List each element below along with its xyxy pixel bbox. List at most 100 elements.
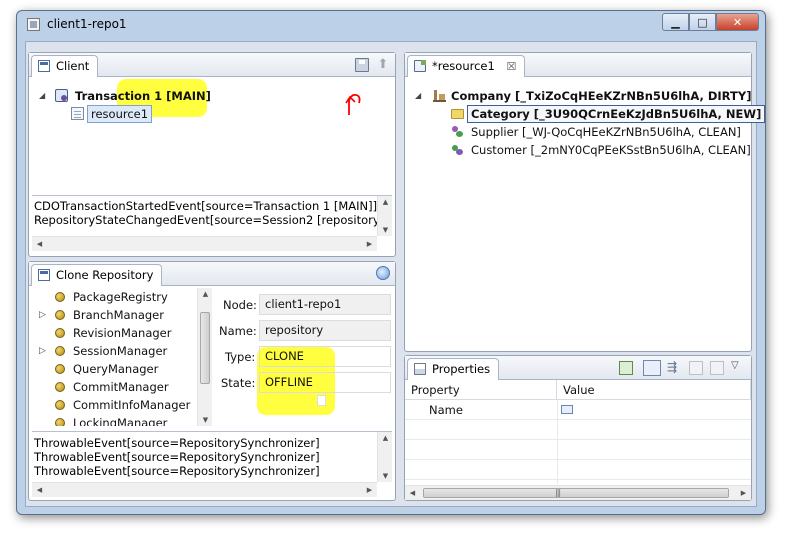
table-row — [405, 420, 751, 440]
name-label: Name: — [219, 324, 257, 338]
tree-item-label: Customer [_2mNY0CqPEeKSstBn5U6lhA, CLEAN… — [471, 143, 751, 157]
clone-log-hscroll[interactable]: ◀ ▶ — [32, 482, 377, 497]
scroll-right-icon[interactable]: ▶ — [362, 486, 377, 494]
column-divider — [557, 400, 558, 484]
component-icon — [55, 382, 65, 392]
column-header-property[interactable]: Property — [405, 380, 557, 400]
tree-item-label: RevisionManager — [73, 326, 172, 340]
save-icon[interactable] — [355, 58, 369, 72]
clone-tabbar: Clone Repository — [29, 262, 395, 286]
clone-repository-view: Clone Repository PackageRegistry ▷ Branc… — [28, 261, 396, 501]
close-tab-icon[interactable]: ☒ — [506, 60, 516, 73]
tab-client-label: Client — [56, 59, 90, 73]
tab-resource1-label: *resource1 — [432, 59, 495, 73]
globe-icon[interactable] — [376, 266, 390, 280]
properties-tabbar: Properties ⇶ ▽ — [405, 356, 751, 380]
maximize-icon: □ — [697, 15, 708, 29]
scroll-right-icon[interactable]: ▶ — [362, 240, 377, 248]
scroll-left-icon[interactable]: ◀ — [405, 489, 420, 497]
tree-item-label: SessionManager — [73, 344, 168, 358]
tab-client[interactable]: Client — [31, 55, 99, 77]
state-field[interactable]: OFFLINE — [259, 372, 391, 393]
component-icon — [55, 400, 65, 410]
scroll-down-icon[interactable]: ▼ — [378, 226, 393, 234]
table-row[interactable]: Name — [405, 400, 751, 420]
tree-item-transaction[interactable]: ◢ Transaction 1 [MAIN] — [35, 87, 235, 105]
categories-icon[interactable] — [643, 360, 661, 376]
minimize-button[interactable]: ▁ — [662, 13, 689, 31]
scroll-down-icon[interactable]: ▼ — [378, 472, 393, 480]
close-button[interactable]: ✕ — [716, 13, 759, 31]
tree-item-label: Category [_3U90QCrnEeKzJdBn5U6lhA, NEW] — [467, 105, 766, 123]
maximize-button[interactable]: □ — [689, 13, 716, 31]
app-window: client1-repo1 ▁ □ ✕ Client ⬆ ◢ Transacti… — [16, 10, 766, 515]
folder-icon — [451, 109, 464, 119]
resource-icon — [71, 107, 84, 120]
table-row — [405, 460, 751, 480]
scroll-thumb[interactable] — [423, 488, 729, 498]
name-field[interactable]: repository — [259, 320, 391, 341]
tree-item-label: BranchManager — [73, 308, 164, 322]
scroll-up-icon[interactable]: ▲ — [198, 290, 213, 298]
properties-hscroll[interactable]: ◀ ||| ▶ — [405, 485, 751, 500]
properties-view: Properties ⇶ ▽ Property Value Name ◀ |||… — [404, 355, 752, 501]
tab-properties-label: Properties — [432, 362, 491, 376]
tab-properties[interactable]: Properties — [407, 358, 500, 380]
scroll-right-icon[interactable]: ▶ — [736, 489, 751, 497]
type-field[interactable]: CLONE — [259, 346, 391, 367]
annotation-stroke-2 — [345, 95, 356, 104]
filter-icon[interactable] — [689, 361, 703, 375]
window-controls: ▁ □ ✕ — [662, 13, 759, 31]
expand-icon[interactable]: ▷ — [39, 306, 49, 324]
editor-tabbar: *resource1 ☒ — [405, 53, 751, 77]
workbench: Client ⬆ ◢ Transaction 1 [MAIN] resource… — [25, 41, 766, 507]
clone-log-vscroll[interactable]: ▲ ▼ — [377, 432, 392, 482]
client-log-hscroll[interactable]: ◀ ▶ — [32, 236, 377, 251]
view-menu-icon[interactable]: ▽ — [731, 360, 745, 374]
title-bar[interactable]: client1-repo1 ▁ □ ✕ — [17, 11, 765, 39]
window-title: client1-repo1 — [47, 17, 127, 31]
cursor-caret — [317, 395, 326, 406]
client-log-vscroll[interactable]: ▲ ▼ — [377, 196, 392, 236]
properties-table: Property Value Name — [405, 380, 751, 484]
node-label: Node: — [223, 298, 257, 312]
scroll-down-icon[interactable]: ▼ — [198, 416, 213, 424]
restore-default-icon[interactable] — [710, 361, 724, 375]
value-editor-icon[interactable] — [561, 405, 573, 414]
tree-item-label: Transaction 1 [MAIN] — [75, 89, 211, 103]
scroll-left-icon[interactable]: ◀ — [32, 240, 47, 248]
client-view: Client ⬆ ◢ Transaction 1 [MAIN] resource… — [28, 52, 396, 257]
resource-icon — [414, 60, 426, 72]
customer-icon — [451, 143, 464, 156]
tree-item-label: PackageRegistry — [73, 290, 168, 304]
component-icon — [55, 310, 65, 320]
close-icon: ✕ — [732, 15, 743, 29]
transaction-icon — [55, 89, 68, 102]
node-field[interactable]: client1-repo1 — [259, 294, 391, 315]
expand-icon[interactable]: ▷ — [39, 342, 49, 360]
resource-editor: *resource1 ☒ ◢ Company [_TxiZoCqHEeKZrNB… — [404, 52, 766, 352]
scroll-up-icon[interactable]: ▲ — [378, 434, 393, 442]
tree-item-label: LockingManager — [73, 416, 168, 426]
commit-icon[interactable]: ⬆ — [376, 58, 390, 72]
scroll-left-icon[interactable]: ◀ — [32, 486, 47, 494]
client-tabbar: Client ⬆ — [29, 53, 395, 77]
tree-item-label: Supplier [_WJ-QoCqHEeKZrNBn5U6lhA, CLEAN… — [471, 125, 741, 139]
property-name: Name — [429, 403, 463, 417]
scroll-grip: ||| — [555, 488, 561, 497]
component-icon — [55, 346, 65, 356]
collapse-icon: ◢ — [415, 91, 422, 100]
log-line: CDOTransactionStartedEvent[source=Transa… — [34, 199, 378, 213]
clone-tree-vscroll[interactable]: ▲ ▼ — [197, 288, 212, 426]
pin-icon[interactable] — [619, 361, 633, 375]
scroll-up-icon[interactable]: ▲ — [378, 198, 393, 206]
column-header-value[interactable]: Value — [557, 380, 751, 400]
component-icon — [55, 292, 65, 302]
tab-resource1[interactable]: *resource1 ☒ — [407, 55, 526, 77]
scroll-thumb[interactable] — [200, 312, 210, 384]
collapse-icon: ◢ — [39, 91, 46, 100]
advanced-icon[interactable]: ⇶ — [667, 361, 681, 375]
company-icon — [433, 89, 446, 102]
tree-item-label: QueryManager — [73, 362, 159, 376]
tab-clone-repository[interactable]: Clone Repository — [31, 264, 163, 286]
